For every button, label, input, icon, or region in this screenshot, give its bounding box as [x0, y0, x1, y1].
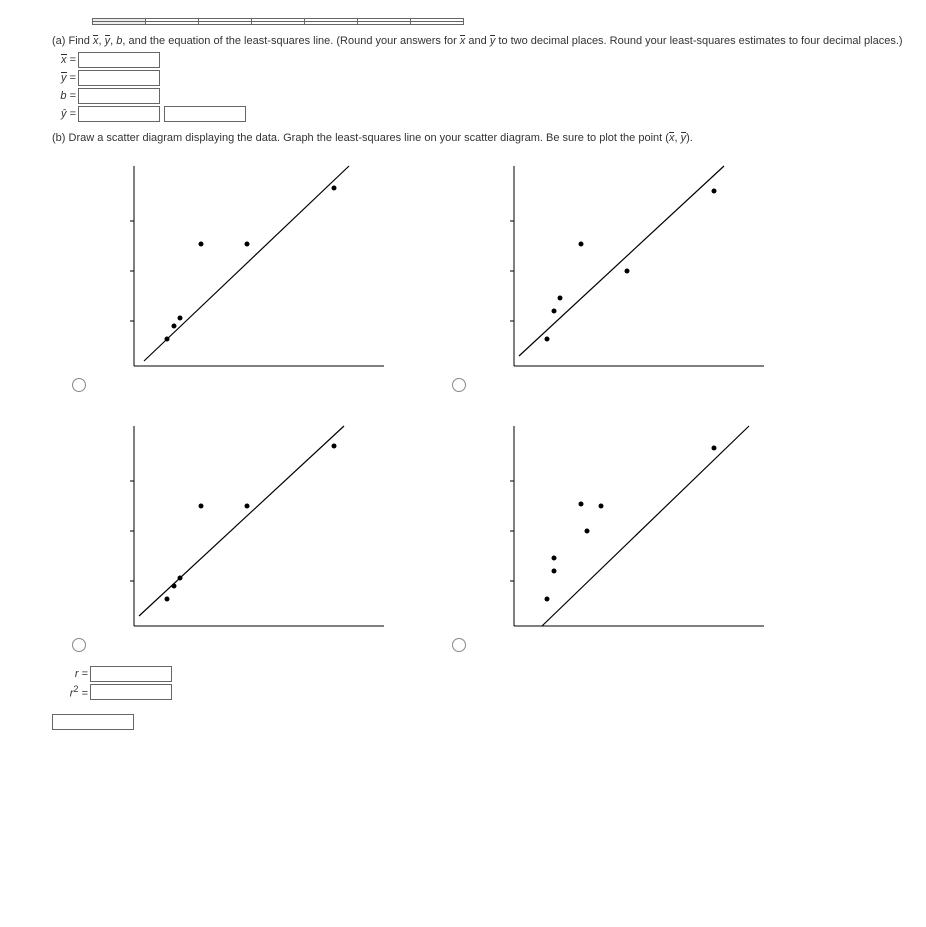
- part-b-text: (b) Draw a scatter diagram displaying th…: [52, 130, 914, 147]
- ybar-input[interactable]: [78, 70, 160, 86]
- data-table: [92, 18, 464, 25]
- chart-option-2: [452, 156, 792, 396]
- r2-row: r2 =: [64, 684, 914, 700]
- part-a-text: (a) Find x, y, b, and the equation of th…: [52, 33, 914, 50]
- radio-option-2[interactable]: [452, 378, 466, 392]
- cell: [305, 22, 358, 25]
- r-row: r =: [64, 666, 914, 682]
- cell: [146, 22, 199, 25]
- xbar-input[interactable]: [78, 52, 160, 68]
- r2-input[interactable]: [90, 684, 172, 700]
- percentage-input[interactable]: [52, 714, 134, 730]
- y-header: [93, 22, 146, 25]
- scatter-chart-1: [94, 156, 394, 396]
- scatter-options: [72, 156, 792, 656]
- cell: [411, 22, 464, 25]
- yhat-row: ŷ =: [52, 106, 914, 122]
- yhat-slope-input[interactable]: [164, 106, 246, 122]
- scatter-chart-2: [474, 156, 774, 396]
- xbar-row: x =: [52, 52, 914, 68]
- chart-option-1: [72, 156, 412, 396]
- b-row: b =: [52, 88, 914, 104]
- radio-option-1[interactable]: [72, 378, 86, 392]
- r-input[interactable]: [90, 666, 172, 682]
- ybar-row: y =: [52, 70, 914, 86]
- radio-option-3[interactable]: [72, 638, 86, 652]
- cell: [199, 22, 252, 25]
- radio-option-4[interactable]: [452, 638, 466, 652]
- scatter-chart-4: [474, 416, 774, 656]
- chart-option-4: [452, 416, 792, 656]
- yhat-intercept-input[interactable]: [78, 106, 160, 122]
- chart-option-3: [72, 416, 412, 656]
- table-row-y: [93, 22, 464, 25]
- b-input[interactable]: [78, 88, 160, 104]
- cell: [358, 22, 411, 25]
- regression-line: [144, 166, 349, 361]
- scatter-chart-3: [94, 416, 394, 656]
- cell: [252, 22, 305, 25]
- percentage-row: [52, 714, 914, 730]
